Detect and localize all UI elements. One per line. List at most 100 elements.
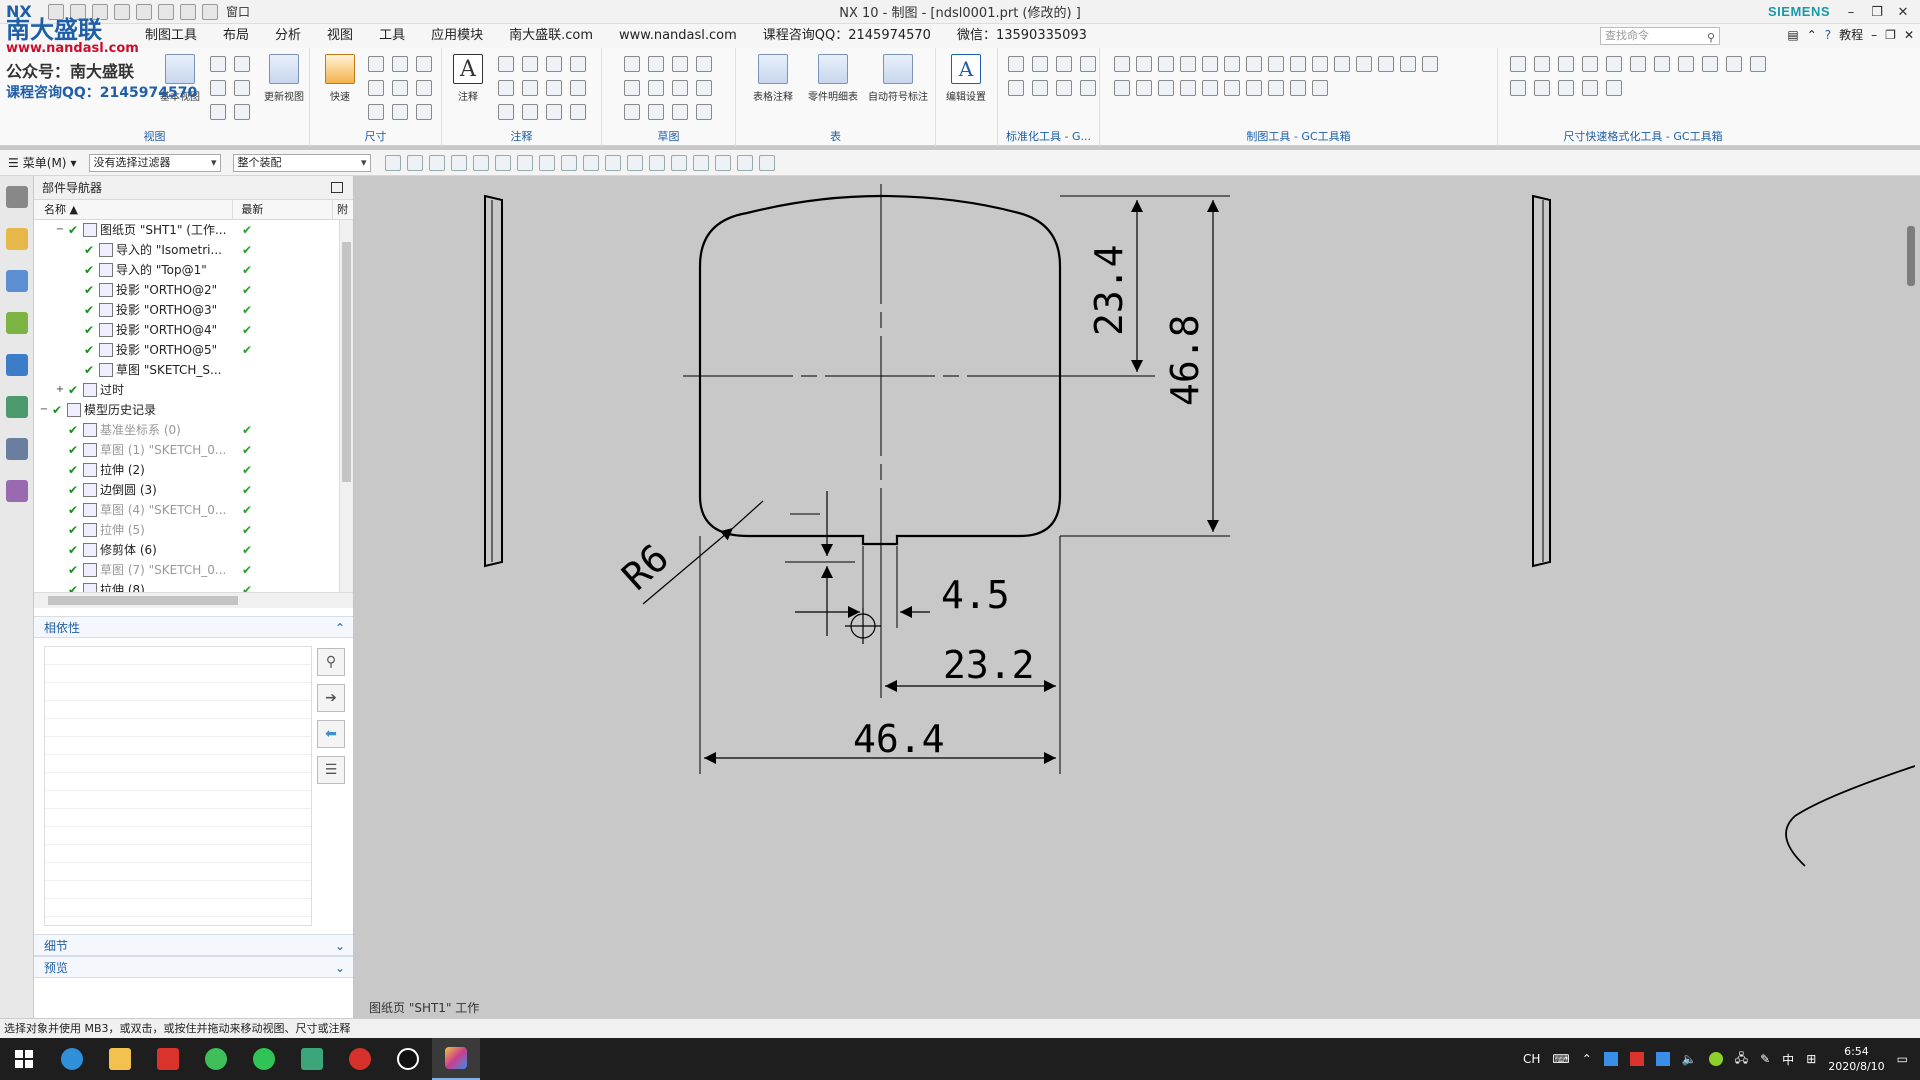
tree-node[interactable]: ✔ 拉伸 (5) ✔ xyxy=(34,520,353,540)
gc-drafting-icon[interactable] xyxy=(1136,80,1152,96)
parts-list-button[interactable]: 零件明细表 xyxy=(804,54,862,103)
zoom-icon[interactable]: ⚲ xyxy=(317,648,345,676)
tree-node[interactable]: ✔ 拉伸 (2) ✔ xyxy=(34,460,353,480)
gc-drafting-icon[interactable] xyxy=(1246,56,1262,72)
horizontal-scrollbar[interactable] xyxy=(34,592,353,608)
maximize-icon[interactable] xyxy=(331,182,343,193)
snap-icon[interactable] xyxy=(450,154,467,171)
view-tool-icon[interactable] xyxy=(234,56,250,72)
file-explorer-icon[interactable] xyxy=(96,1038,144,1080)
menu-qq[interactable]: 课程咨询QQ：2145974570 xyxy=(750,24,944,48)
pen-icon[interactable]: ✎ xyxy=(1760,1052,1770,1066)
windows-start-icon[interactable] xyxy=(0,1038,48,1080)
graphics-window[interactable]: 23.4 46.8 R6 4.5 23.2 46.4 图纸页 "SHT1" 工作 xyxy=(355,176,1915,1018)
roles-icon[interactable] xyxy=(5,480,28,502)
edit-settings-button[interactable]: A 编辑设置 xyxy=(944,54,988,103)
dim-text-23-2[interactable]: 23.2 xyxy=(943,643,1035,687)
help-icon[interactable]: ? xyxy=(1825,28,1831,42)
gc-tool-icon[interactable] xyxy=(1056,80,1072,96)
dim-format-icon[interactable] xyxy=(1558,80,1574,96)
tree-node[interactable]: ✔ 投影 "ORTHO@4" ✔ xyxy=(34,320,353,340)
gc-tool-icon[interactable] xyxy=(1008,80,1024,96)
sketch-tool-icon[interactable] xyxy=(672,80,688,96)
dimension-tool-icon[interactable] xyxy=(416,80,432,96)
ribbon-options-icon[interactable]: ▤ xyxy=(1787,28,1798,42)
drawing-sheet[interactable]: 23.4 46.8 R6 4.5 23.2 46.4 xyxy=(355,176,1915,1018)
restore-icon[interactable]: ❐ xyxy=(1864,0,1890,24)
annotation-tool-icon[interactable] xyxy=(498,56,514,72)
dimension-tool-icon[interactable] xyxy=(416,56,432,72)
gc-drafting-icon[interactable] xyxy=(1312,56,1328,72)
annotation-tool-icon[interactable] xyxy=(498,80,514,96)
netease-music-icon[interactable] xyxy=(336,1038,384,1080)
dim-format-icon[interactable] xyxy=(1558,56,1574,72)
window-menu[interactable]: 窗口 xyxy=(226,3,250,20)
snap-icon[interactable] xyxy=(604,154,621,171)
chevron-up-icon[interactable]: ⌃ xyxy=(1582,1052,1592,1066)
gc-drafting-icon[interactable] xyxy=(1202,56,1218,72)
dim-format-icon[interactable] xyxy=(1654,56,1670,72)
view-tool-icon[interactable] xyxy=(234,104,250,120)
dim-format-icon[interactable] xyxy=(1750,56,1766,72)
tree-node[interactable]: ✔ 边倒圆 (3) ✔ xyxy=(34,480,353,500)
close-icon[interactable]: ✕ xyxy=(1890,0,1916,24)
gc-drafting-icon[interactable] xyxy=(1334,56,1350,72)
tree-node[interactable]: ✔ 导入的 "Top@1" ✔ xyxy=(34,260,353,280)
tray-app-icon[interactable] xyxy=(1708,1052,1723,1066)
tabular-note-button[interactable]: 表格注释 xyxy=(744,54,802,103)
dim-text-23-4[interactable]: 23.4 xyxy=(1087,244,1131,336)
view-tool-icon[interactable] xyxy=(210,104,226,120)
list-icon[interactable]: ☰ xyxy=(317,756,345,784)
sketch-tool-icon[interactable] xyxy=(696,104,712,120)
restore-doc-icon[interactable]: ❐ xyxy=(1885,28,1896,42)
gc-drafting-icon[interactable] xyxy=(1180,80,1196,96)
minimize-icon[interactable]: – xyxy=(1838,0,1864,24)
touch-mode-icon[interactable] xyxy=(202,3,218,20)
gc-drafting-icon[interactable] xyxy=(1312,80,1328,96)
dim-format-icon[interactable] xyxy=(1726,56,1742,72)
wechat-icon[interactable] xyxy=(240,1038,288,1080)
vertical-scrollbar[interactable] xyxy=(1907,226,1915,286)
annotation-tool-icon[interactable] xyxy=(546,56,562,72)
gc-drafting-icon[interactable] xyxy=(1422,56,1438,72)
gc-drafting-icon[interactable] xyxy=(1246,80,1262,96)
sketch-tool-icon[interactable] xyxy=(624,80,640,96)
annotation-tool-icon[interactable] xyxy=(522,104,538,120)
tutorial-label[interactable]: 教程 xyxy=(1839,26,1863,43)
gc-tool-icon[interactable] xyxy=(1080,80,1096,96)
tree-node[interactable]: ✔ 基准坐标系 (0) ✔ xyxy=(34,420,353,440)
gc-tool-icon[interactable] xyxy=(1056,56,1072,72)
sketch-tool-icon[interactable] xyxy=(696,80,712,96)
view-tool-icon[interactable] xyxy=(210,56,226,72)
annotation-tool-icon[interactable] xyxy=(546,80,562,96)
snap-icon[interactable] xyxy=(560,154,577,171)
dim-format-icon[interactable] xyxy=(1510,56,1526,72)
dim-format-icon[interactable] xyxy=(1630,56,1646,72)
keyboard-icon[interactable]: ⌨ xyxy=(1552,1052,1569,1066)
selection-scope-dropdown[interactable]: 整个装配 xyxy=(232,153,371,172)
expand-toggle-icon[interactable]: + xyxy=(54,380,66,400)
ime-mode-icon[interactable]: ⊞ xyxy=(1806,1052,1816,1066)
arrow-right-icon[interactable]: ➔ xyxy=(317,684,345,712)
menu-layout[interactable]: 布局 xyxy=(210,24,262,48)
tray-app-icon[interactable] xyxy=(1655,1052,1670,1066)
part-navigator-icon[interactable] xyxy=(5,270,28,292)
dimension-tool-icon[interactable] xyxy=(392,56,408,72)
menu-tools[interactable]: 工具 xyxy=(366,24,418,48)
update-view-button[interactable]: 更新视图 xyxy=(262,54,306,103)
arrow-left-icon[interactable]: ⬅ xyxy=(317,720,345,748)
command-search-input[interactable]: 查找命令 ⚲ xyxy=(1600,27,1720,45)
tree-node[interactable]: ✔ 草图 (1) "SKETCH_0... ✔ xyxy=(34,440,353,460)
dim-format-icon[interactable] xyxy=(1678,56,1694,72)
tree-node[interactable]: − ✔ 模型历史记录 xyxy=(34,400,353,420)
preview-panel-header[interactable]: 预览 ⌄ xyxy=(34,956,353,978)
nx-taskbar-icon[interactable] xyxy=(432,1038,480,1080)
gc-drafting-icon[interactable] xyxy=(1180,56,1196,72)
gc-drafting-icon[interactable] xyxy=(1224,80,1240,96)
dim-format-icon[interactable] xyxy=(1534,80,1550,96)
gc-drafting-icon[interactable] xyxy=(1290,56,1306,72)
tree-node[interactable]: ✔ 草图 (7) "SKETCH_0... ✔ xyxy=(34,560,353,580)
gc-drafting-icon[interactable] xyxy=(1268,80,1284,96)
tree-node[interactable]: ✔ 导入的 "Isometri... ✔ xyxy=(34,240,353,260)
snap-icon[interactable] xyxy=(758,154,775,171)
